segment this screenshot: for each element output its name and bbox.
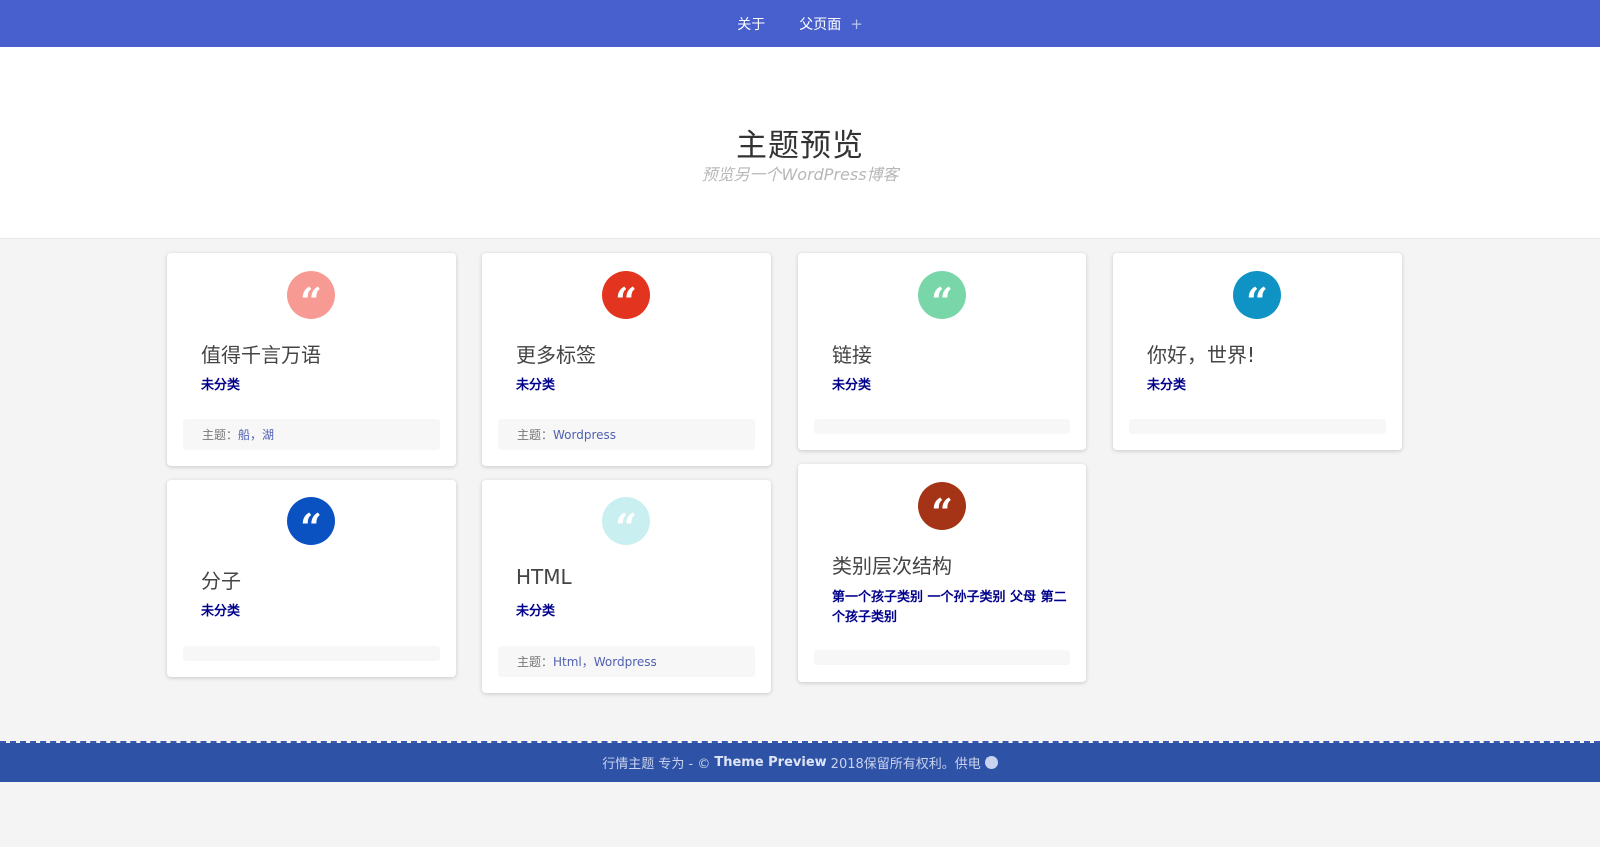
- post-title[interactable]: 你好，世界!: [1147, 339, 1255, 368]
- post-category: 未分类: [1147, 376, 1384, 396]
- post-title[interactable]: 更多标签: [516, 339, 596, 368]
- site-description: 预览另一个WordPress博客: [701, 165, 899, 184]
- post-card: “ HTML 未分类 主题： Html，Wordpress: [482, 480, 771, 693]
- post-card: “ 类别层次结构 第一个孩子类别 一个孙子类别 父母 第二个孩子类别: [798, 464, 1086, 682]
- post-category: 未分类: [832, 376, 1068, 396]
- category-link[interactable]: 未分类: [516, 604, 555, 619]
- category-link[interactable]: 未分类: [1147, 378, 1186, 393]
- quote-icon: “: [918, 482, 966, 532]
- quote-icon: “: [287, 271, 335, 321]
- wordpress-icon[interactable]: W: [984, 756, 998, 769]
- post-title[interactable]: 类别层次结构: [832, 550, 952, 579]
- footer-rights-text: 2018保留所有权利。供电: [830, 757, 981, 772]
- category-link[interactable]: 第一个孩子类别 一个孙子类别 父母 第二个孩子类别: [832, 590, 1067, 625]
- post-title[interactable]: 链接: [832, 339, 872, 368]
- post-title[interactable]: HTML: [516, 565, 572, 589]
- post-category: 第一个孩子类别 一个孙子类别 父母 第二个孩子类别: [832, 588, 1068, 628]
- post-card: “ 分子 未分类: [167, 480, 456, 677]
- quote-icon: “: [602, 497, 650, 547]
- post-category: 未分类: [516, 602, 753, 622]
- site-header: 主题预览 预览另一个WordPress博客: [0, 47, 1600, 239]
- tag-link[interactable]: Html，Wordpress: [553, 653, 657, 670]
- category-link[interactable]: 未分类: [832, 378, 871, 393]
- post-tags-bar: 主题： Html，Wordpress: [498, 646, 755, 677]
- post-category: 未分类: [516, 376, 753, 396]
- footer-site-link[interactable]: Theme Preview: [714, 755, 826, 770]
- post-category: 未分类: [201, 376, 438, 396]
- post-tags-bar: [183, 646, 440, 661]
- post-card: “ 更多标签 未分类 主题： Wordpress: [482, 253, 771, 466]
- post-tags-bar: [1129, 419, 1386, 434]
- category-link[interactable]: 未分类: [201, 378, 240, 393]
- submenu-expand-icon[interactable]: +: [850, 15, 863, 33]
- nav-parent-label: 父页面: [799, 16, 842, 33]
- tags-label: 主题：: [517, 655, 554, 669]
- quote-icon: “: [1233, 271, 1281, 321]
- site-title[interactable]: 主题预览: [0, 120, 1600, 165]
- tags-label: 主题：: [517, 428, 554, 442]
- tag-link[interactable]: Wordpress: [553, 428, 616, 442]
- quote-icon: “: [918, 271, 966, 321]
- post-title[interactable]: 分子: [201, 565, 241, 594]
- nav-link-parent[interactable]: 父页面 +: [799, 14, 863, 34]
- post-card: “ 值得千言万语 未分类 主题： 船，湖: [167, 253, 456, 466]
- category-link[interactable]: 未分类: [516, 378, 555, 393]
- quote-icon: “: [602, 271, 650, 321]
- nav-link-about[interactable]: 关于: [737, 14, 765, 34]
- site-footer: 行情主题 专为 - © Theme Preview 2018保留所有权利。供电 …: [0, 743, 1600, 782]
- post-title[interactable]: 值得千言万语: [201, 339, 321, 368]
- post-card: “ 你好，世界! 未分类: [1113, 253, 1402, 450]
- post-tags-bar: [814, 650, 1070, 665]
- post-tags-bar: [814, 419, 1070, 434]
- post-tags-bar: 主题： 船，湖: [183, 419, 440, 450]
- category-link[interactable]: 未分类: [201, 604, 240, 619]
- footer-theme-text: 行情主题 专为 - ©: [602, 757, 711, 772]
- top-navigation: 关于 父页面 +: [0, 0, 1600, 47]
- tags-label: 主题：: [202, 428, 239, 442]
- post-category: 未分类: [201, 602, 438, 622]
- post-tags-bar: 主题： Wordpress: [498, 419, 755, 450]
- post-card: “ 链接 未分类: [798, 253, 1086, 450]
- tag-link[interactable]: 船，湖: [238, 426, 274, 443]
- quote-icon: “: [287, 497, 335, 547]
